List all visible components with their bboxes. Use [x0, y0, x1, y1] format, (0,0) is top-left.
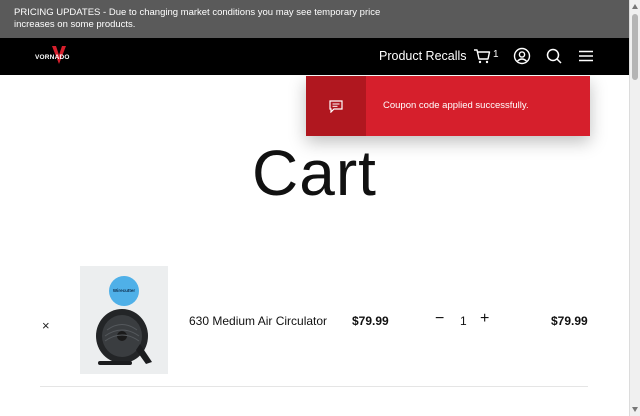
row-divider	[40, 386, 588, 387]
item-subtotal: $79.99	[551, 314, 588, 328]
account-button[interactable]	[513, 47, 531, 65]
cart-icon	[474, 49, 491, 64]
quantity-value[interactable]: 1	[460, 314, 467, 328]
page-scrollbar[interactable]	[629, 0, 640, 416]
logo-text: VORNADO	[35, 54, 70, 61]
cart-button[interactable]: 1	[473, 47, 501, 65]
product-name[interactable]: 630 Medium Air Circulator	[189, 314, 327, 328]
page-title: Cart	[252, 137, 377, 209]
search-icon	[546, 48, 562, 64]
message-icon	[329, 100, 343, 113]
air-circulator-illustration	[96, 309, 152, 365]
search-button[interactable]	[545, 47, 563, 65]
vornado-logo[interactable]: VORNADO	[34, 44, 74, 70]
toast-message: Coupon code applied successfully.	[383, 100, 529, 111]
account-icon	[513, 47, 531, 65]
announcement-text: PRICING UPDATES - Due to changing market…	[14, 7, 381, 30]
scroll-up-arrow-icon[interactable]	[632, 4, 638, 9]
nav-product-recalls[interactable]: Product Recalls	[379, 49, 467, 63]
remove-item-button[interactable]: ×	[42, 318, 50, 333]
announcement-bar: PRICING UPDATES - Due to changing market…	[0, 0, 629, 38]
cart-item-row: × Wirecutter 630 Medium Air Circulator $…	[40, 266, 588, 376]
toast-icon-box	[306, 76, 366, 136]
site-header: VORNADO Product Recalls 1	[0, 38, 629, 75]
menu-icon	[579, 50, 593, 62]
coupon-toast: Coupon code applied successfully.	[306, 76, 590, 136]
product-image[interactable]: Wirecutter	[80, 266, 168, 374]
scrollbar-thumb[interactable]	[632, 14, 638, 80]
menu-button[interactable]	[577, 47, 595, 65]
product-price: $79.99	[352, 314, 389, 328]
quantity-decrease-button[interactable]: −	[435, 310, 444, 328]
cart-count: 1	[493, 49, 499, 60]
quantity-increase-button[interactable]: +	[480, 310, 489, 328]
scroll-down-arrow-icon[interactable]	[632, 407, 638, 412]
